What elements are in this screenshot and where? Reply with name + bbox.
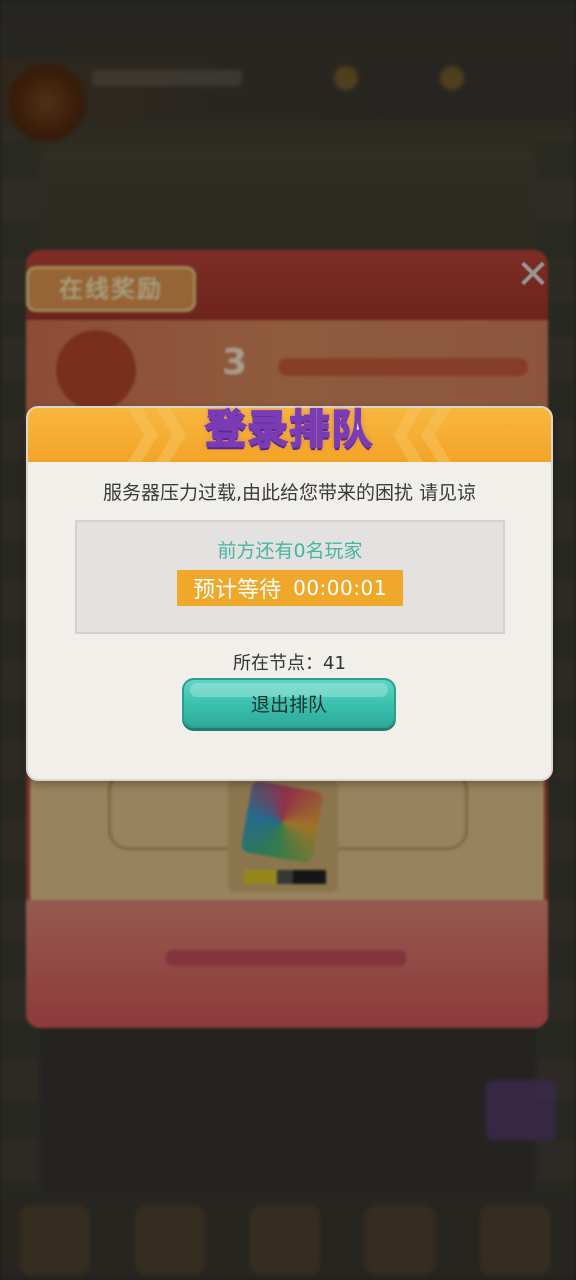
server-node-text: 所在节点：41 [233,653,346,674]
exit-queue-button[interactable]: 退出排队 [182,678,396,728]
exit-queue-label: 退出排队 [250,693,327,716]
login-queue-dialog: 登录排队 服务器压力过载,由此给您带来的困扰 请见谅 前方还有0名玩家 预计等待… [28,406,551,779]
queue-info-box: 前方还有0名玩家 预计等待 00:00:01 [75,520,505,634]
estimated-wait: 预计等待 00:00:01 [177,570,403,606]
players-ahead-text: 前方还有0名玩家 [217,540,363,562]
overload-message: 服务器压力过载,由此给您带来的困扰 请见谅 [102,482,477,504]
dialog-title: 登录排队 [205,406,374,454]
wait-label: 预计等待 [193,578,282,603]
wait-time: 00:00:01 [293,576,387,600]
